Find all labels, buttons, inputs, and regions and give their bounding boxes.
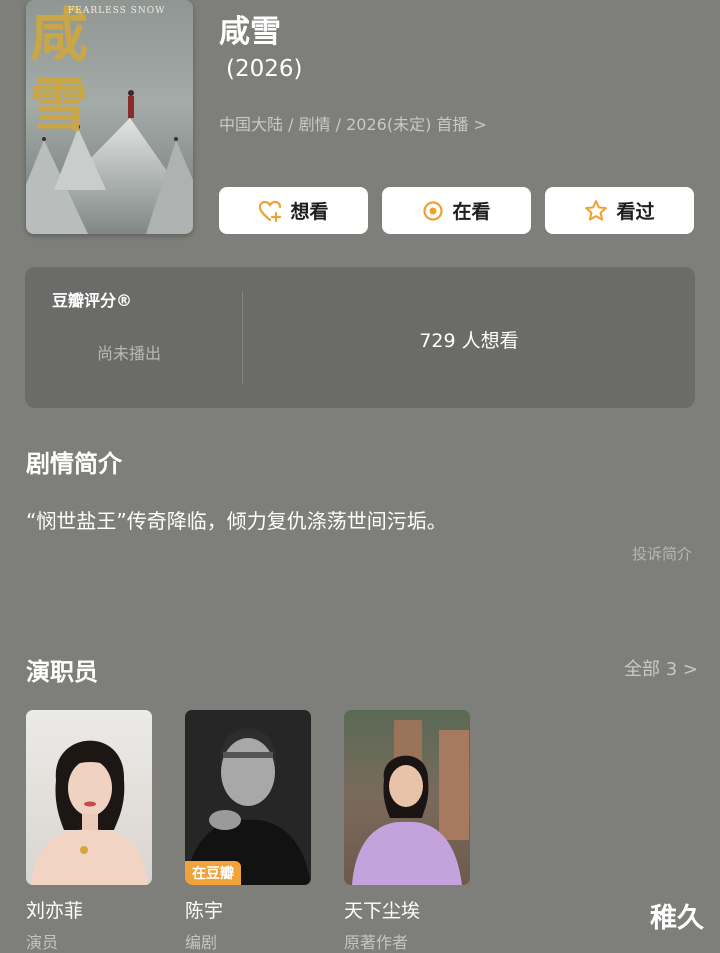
chevron-right-icon: > xyxy=(473,115,487,134)
movie-year: (2026) xyxy=(226,56,303,82)
poster-english-title: FEARLESS SNOW xyxy=(68,6,166,16)
target-circle-icon xyxy=(423,200,444,221)
see-all-label: 全部 3 xyxy=(623,659,678,680)
cast-role: 原著作者 xyxy=(344,933,409,952)
poster-title: 咸雪 xyxy=(30,1,119,139)
want-to-watch-button[interactable]: 想看 xyxy=(219,187,368,234)
star-outline-icon xyxy=(585,200,608,221)
cast-role: 编剧 xyxy=(185,933,218,952)
watching-label: 在看 xyxy=(452,201,491,223)
rating-card: 豆瓣评分® 尚未播出 729 人想看 xyxy=(25,267,695,408)
cast-name: 陈宇 xyxy=(185,900,224,922)
watching-button[interactable]: 在看 xyxy=(382,187,531,234)
movie-title: 咸雪 xyxy=(219,14,281,50)
person-photo xyxy=(185,728,311,885)
want-count: 729 人想看 xyxy=(419,330,519,352)
movie-meta-text: 中国大陆 / 剧情 / 2026(未定) 首播 xyxy=(219,115,469,134)
watched-label: 看过 xyxy=(616,201,655,223)
watermark-text: 稚久 xyxy=(650,903,704,934)
douban-rating-label: 豆瓣评分® xyxy=(52,291,133,310)
cast-photo xyxy=(344,710,470,885)
watched-button[interactable]: 看过 xyxy=(545,187,694,234)
synopsis-text: “悯世盐王”传奇降临，倾力复仇涤荡世间污垢。 xyxy=(26,509,447,533)
cast-name: 天下尘埃 xyxy=(344,900,421,922)
report-synopsis-link[interactable]: 投诉简介 xyxy=(632,543,692,564)
cast-photo xyxy=(26,710,152,885)
person-photo xyxy=(352,720,469,885)
person-photo xyxy=(31,740,148,885)
on-douban-badge: 在豆瓣 xyxy=(185,861,241,885)
chevron-right-icon: > xyxy=(682,659,698,680)
heart-plus-icon xyxy=(259,200,282,222)
movie-meta-link[interactable]: 中国大陆 / 剧情 / 2026(未定) 首播 > xyxy=(219,111,487,135)
cast-title: 演职员 xyxy=(26,658,98,686)
cast-card[interactable]: 刘亦菲 演员 xyxy=(26,710,152,952)
cast-card[interactable]: 在豆瓣 陈宇 编剧 xyxy=(185,710,311,952)
cast-photo: 在豆瓣 xyxy=(185,710,311,885)
cast-role: 演员 xyxy=(26,933,59,952)
cast-name: 刘亦菲 xyxy=(26,900,84,922)
want-to-watch-label: 想看 xyxy=(290,201,329,223)
see-all-cast-link[interactable]: 全部 3 > xyxy=(624,655,698,681)
rating-status: 尚未播出 xyxy=(97,344,162,363)
movie-poster[interactable]: 咸雪 FEARLESS SNOW xyxy=(26,0,193,234)
cast-card[interactable]: 天下尘埃 原著作者 xyxy=(344,710,470,952)
synopsis-title: 剧情简介 xyxy=(26,450,122,478)
